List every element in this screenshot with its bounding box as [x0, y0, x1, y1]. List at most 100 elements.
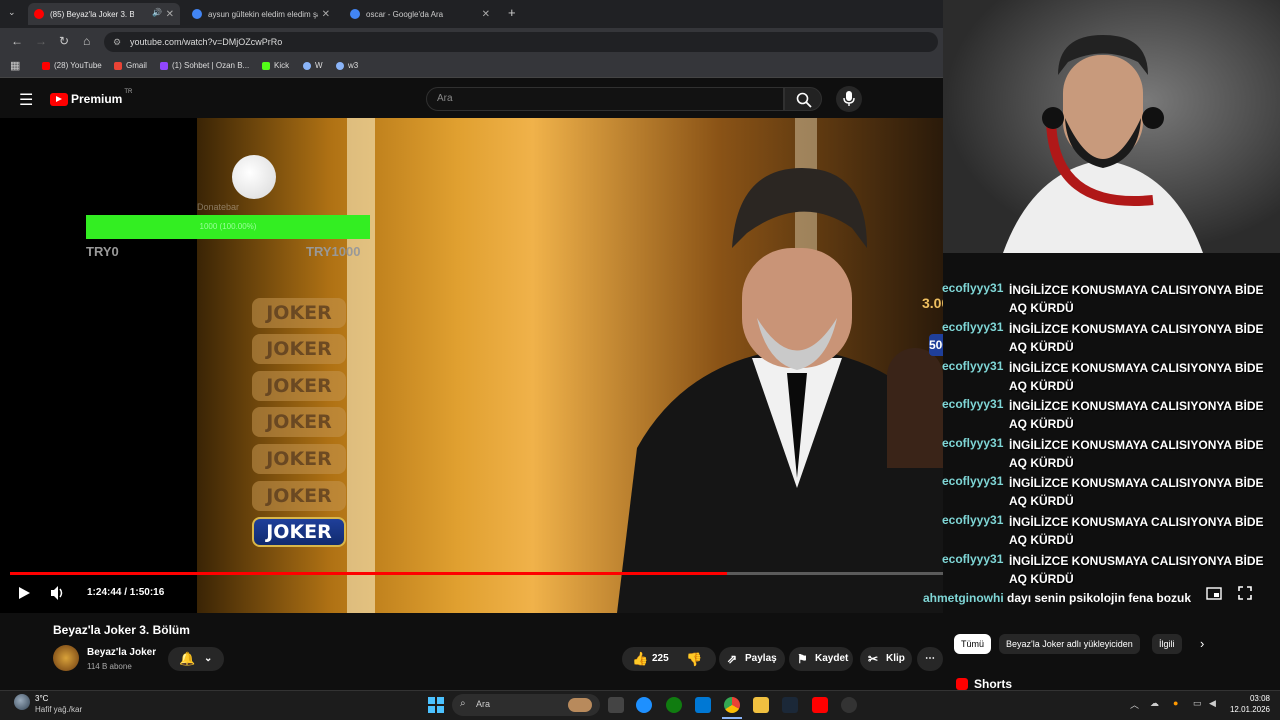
microphone-icon[interactable]: ● [1173, 698, 1178, 708]
fullscreen-icon[interactable] [1238, 586, 1252, 600]
bookmark-youtube[interactable]: (28) YouTube [42, 61, 102, 70]
active-app-indicator [722, 717, 742, 719]
search-input[interactable]: Ara [426, 87, 784, 111]
chat-text: İNGİLİZCE KONUSMAYA CALISIYONYA BİDE AQ … [1009, 554, 1264, 586]
task-view-icon[interactable] [608, 697, 624, 713]
tab-active[interactable]: (85) Beyaz'la Joker 3. Bölüm 🔊 ✕ [28, 3, 180, 25]
outlook-icon[interactable] [695, 697, 711, 713]
share-icon: ⇗ [727, 652, 738, 666]
miniplayer-icon[interactable] [1206, 587, 1222, 600]
joker-card: JOKER [252, 444, 346, 474]
search-highlight-icon [568, 698, 592, 712]
steam-icon[interactable] [782, 697, 798, 713]
chat-username: ecoflyyy31 [942, 359, 1004, 373]
bookmark-label: w3 [348, 61, 359, 70]
chip-all[interactable]: Tümü [954, 634, 992, 654]
channel-avatar[interactable] [53, 645, 79, 671]
chevron-up-icon[interactable]: ︿ [1130, 698, 1139, 711]
file-explorer-icon[interactable] [753, 697, 769, 713]
dislike-button-icon[interactable]: 👍 [686, 647, 702, 671]
save-label: Kaydet [815, 653, 849, 664]
taskbar-search[interactable]: ⌕ Ara [452, 694, 600, 716]
kick-icon [262, 61, 270, 70]
like-count: 225 [652, 653, 669, 664]
gmail-icon [114, 61, 122, 70]
volume-icon[interactable] [50, 585, 66, 601]
more-icon: ⋯ [925, 653, 935, 664]
windows-start-icon[interactable] [428, 697, 444, 713]
logo-text: Premium [71, 92, 123, 106]
close-tab-icon[interactable]: ✕ [166, 9, 174, 20]
chevron-right-icon[interactable]: › [1200, 636, 1204, 651]
xbox-icon[interactable] [666, 697, 682, 713]
tab-3[interactable]: oscar - Google'da Ara ✕ [344, 3, 496, 25]
edge-icon[interactable] [636, 697, 652, 713]
subscribe-bell-button[interactable]: 🔔 ⌄ [168, 647, 224, 671]
bookmark-w[interactable]: W [303, 61, 323, 70]
forward-icon[interactable]: → [35, 34, 47, 48]
close-tab-icon[interactable]: ✕ [482, 9, 490, 20]
close-tab-icon[interactable]: ✕ [322, 9, 330, 20]
joker-card: JOKER [252, 298, 346, 328]
voice-search-button[interactable] [836, 86, 862, 112]
tab-label: aysun gültekin eledim eledim şarkı [208, 9, 318, 19]
cloud-icon[interactable]: ☁ [1150, 698, 1159, 709]
more-actions-button[interactable]: ⋯ [917, 647, 943, 671]
chat-username: ecoflyyy31 [942, 281, 1004, 295]
clip-button[interactable]: ✂ Klip [860, 647, 912, 671]
chat-message: ecoflyyy31 İNGİLİZCE KONUSMAYA CALISIYONY… [930, 320, 1270, 358]
video-player[interactable]: Donatebar 1000 (100.00%) TRY0 TRY1000 JO… [0, 118, 943, 613]
chip-related[interactable]: İlgili [1152, 634, 1182, 654]
chat-text: İNGİLİZCE KONUSMAYA CALISIYONYA BİDE AQ … [1009, 361, 1264, 393]
save-button[interactable]: ⚑ Kaydet [789, 647, 853, 671]
progress-bar[interactable] [10, 572, 943, 575]
bell-icon: 🔔 [179, 651, 196, 666]
bookmark-kick[interactable]: Kick [262, 61, 289, 70]
youtube-app-icon[interactable] [812, 697, 828, 713]
tab-2[interactable]: aysun gültekin eledim eledim şarkı ✕ [186, 3, 336, 25]
search-button[interactable] [784, 87, 822, 111]
chip-uploader[interactable]: Beyaz'la Joker adlı yükleyiciden [999, 634, 1140, 654]
reload-icon[interactable]: ↻ [59, 34, 69, 48]
chrome-icon[interactable] [724, 697, 740, 713]
speaker-icon[interactable]: 🔊 [152, 8, 162, 17]
donation-progress-bar: 1000 (100.00%) [86, 215, 370, 239]
like-dislike-group: 👍 225 👍 [622, 647, 716, 671]
progress-fill [10, 572, 727, 575]
youtube-logo[interactable]: Premium TR [50, 89, 132, 106]
bookmark-label: Kick [274, 61, 290, 70]
search-icon: ⌕ [460, 698, 466, 709]
new-tab-icon[interactable]: + [508, 5, 516, 20]
tab-list-icon[interactable]: ⌄ [8, 7, 16, 18]
bookmark-w3[interactable]: w3 [336, 61, 358, 70]
chat-text: İNGİLİZCE KONUSMAYA CALISIYONYA BİDE AQ … [1009, 283, 1264, 315]
apps-grid-icon[interactable]: ▦ [10, 59, 20, 72]
bookmark-label: (28) YouTube [54, 61, 102, 70]
joker-card: JOKER [252, 481, 346, 511]
home-icon[interactable]: ⌂ [83, 34, 90, 48]
donation-min: TRY0 [86, 244, 119, 259]
bookmark-sohbet[interactable]: (1) Sohbet | Ozan B... [160, 61, 249, 70]
chat-message: ecoflyyy31 İNGİLİZCE KONUSMAYA CALISIYONY… [930, 436, 1270, 474]
joker-card: JOKER [252, 371, 346, 401]
share-button[interactable]: ⇗ Paylaş [719, 647, 785, 671]
youtube-play-logo-icon [50, 92, 68, 106]
channel-name[interactable]: Beyaz'la Joker [87, 647, 156, 658]
url-field[interactable]: ⚙ youtube.com/watch?v=DMjOZcwPrRo [104, 32, 938, 52]
clock-date[interactable]: 12.01.2026 [1222, 705, 1270, 714]
donation-max: TRY1000 [306, 244, 361, 259]
site-info-icon[interactable]: ⚙ [113, 32, 121, 52]
volume-icon[interactable]: ◀ [1209, 698, 1216, 709]
clock-time[interactable]: 03:08 [1232, 694, 1270, 703]
app-icon[interactable] [841, 697, 857, 713]
like-button-icon[interactable]: 👍 [632, 647, 648, 671]
bookmark-gmail[interactable]: Gmail [114, 61, 147, 70]
network-icon[interactable]: ▭ [1193, 698, 1202, 709]
play-icon[interactable] [17, 586, 31, 600]
weather-icon[interactable] [14, 694, 30, 710]
menu-icon[interactable]: ☰ [19, 90, 33, 110]
chat-text: İNGİLİZCE KONUSMAYA CALISIYONYA BİDE AQ … [1009, 438, 1264, 470]
google-favicon-icon [350, 9, 360, 19]
back-icon[interactable]: ← [11, 34, 23, 48]
chat-username: ecoflyyy31 [942, 513, 1004, 527]
